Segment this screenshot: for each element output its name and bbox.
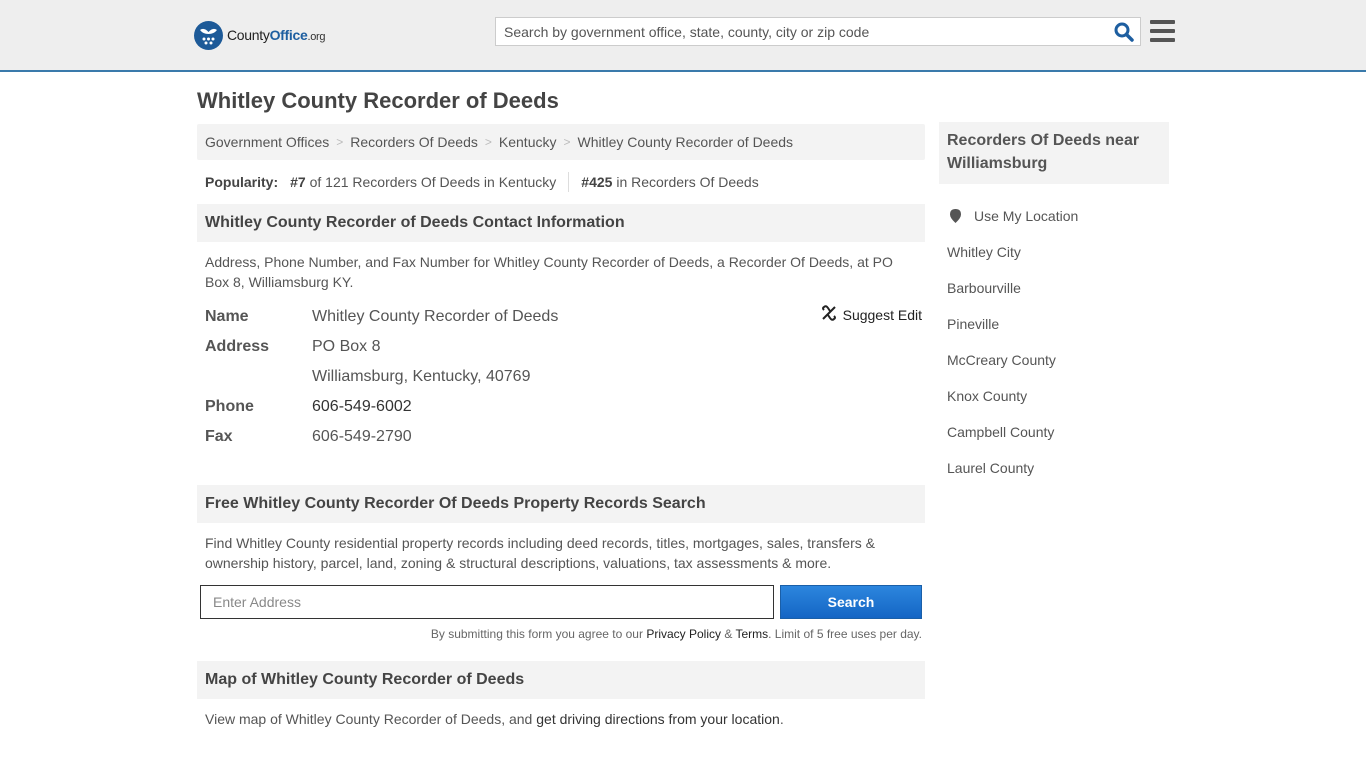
page-title: Whitley County Recorder of Deeds: [197, 88, 559, 113]
logo-suffix: .org: [307, 31, 326, 43]
suggest-edit[interactable]: Suggest Edit: [821, 305, 922, 324]
property-search-description: Find Whitley County residential property…: [205, 535, 875, 571]
contact-description: Address, Phone Number, and Fax Number fo…: [205, 254, 893, 290]
breadcrumb-government-offices[interactable]: Government Offices: [205, 134, 329, 150]
logo-text: CountyOffice.org: [227, 27, 326, 43]
nearby-item[interactable]: Whitley City: [947, 234, 1161, 270]
property-search-form: Search: [197, 585, 925, 619]
breadcrumb-separator: >: [484, 135, 492, 149]
nearby-item[interactable]: Pineville: [947, 306, 1161, 342]
fax-number: 606-549-2790: [312, 428, 412, 445]
national-rank: #425: [581, 174, 613, 190]
divider: [568, 172, 570, 192]
sidebar: Recorders Of Deeds near Williamsburg Use…: [939, 122, 1169, 486]
state-rank: #7: [290, 174, 306, 190]
popularity-label: Popularity:: [205, 174, 279, 190]
hamburger-menu-icon[interactable]: [1150, 20, 1175, 42]
main-content: Government Offices > Recorders Of Deeds …: [197, 124, 925, 739]
address-input[interactable]: [200, 585, 774, 619]
disclaimer-text: By submitting this form you agree to our: [430, 627, 647, 641]
use-my-location-link[interactable]: Use My Location: [974, 208, 1078, 224]
terms-link[interactable]: Terms: [735, 627, 768, 641]
popularity-bar: Popularity: #7 of 121 Recorders Of Deeds…: [197, 160, 925, 204]
property-search-button[interactable]: Search: [780, 585, 922, 619]
nearby-item[interactable]: Campbell County: [947, 414, 1161, 450]
search-icon[interactable]: [1114, 22, 1134, 42]
info-row-address: Address PO Box 8: [205, 332, 917, 362]
contact-info-table: Suggest Edit Name Whitley County Recorde…: [197, 302, 925, 452]
disclaimer-amp: &: [721, 627, 736, 641]
map-description: View map of Whitley County Recorder of D…: [197, 699, 925, 739]
nearby-item[interactable]: Barbourville: [947, 270, 1161, 306]
unlink-icon: [821, 305, 837, 324]
eagle-logo-icon: [194, 20, 223, 50]
breadcrumb-recorders-of-deeds[interactable]: Recorders Of Deeds: [350, 134, 478, 150]
nearby-link-pineville[interactable]: Pineville: [947, 316, 999, 332]
breadcrumb-current: Whitley County Recorder of Deeds: [577, 134, 794, 150]
info-label: Address: [205, 338, 270, 355]
nearby-link-laurel-county[interactable]: Laurel County: [947, 460, 1034, 476]
form-disclaimer: By submitting this form you agree to our…: [197, 619, 925, 641]
map-text: View map of Whitley County Recorder of D…: [205, 711, 537, 727]
info-row-phone: Phone 606-549-6002: [205, 392, 917, 422]
office-name: Whitley County Recorder of Deeds: [312, 308, 559, 325]
info-row-fax: Fax 606-549-2790: [205, 422, 917, 452]
map-text-suffix: .: [779, 711, 784, 727]
nearby-link-knox-county[interactable]: Knox County: [947, 388, 1027, 404]
nearby-list: Use My Location Whitley City Barbourvill…: [939, 184, 1169, 486]
info-label: Fax: [205, 428, 233, 445]
national-rank-text: in Recorders Of Deeds: [616, 174, 759, 190]
nearby-item[interactable]: McCreary County: [947, 342, 1161, 378]
suggest-edit-link[interactable]: Suggest Edit: [843, 307, 922, 323]
driving-directions-link[interactable]: get driving directions from your locatio…: [536, 711, 780, 727]
breadcrumb: Government Offices > Recorders Of Deeds …: [197, 124, 925, 160]
info-row-address-2: Williamsburg, Kentucky, 40769: [205, 362, 917, 392]
breadcrumb-separator: >: [563, 135, 571, 149]
property-search-heading: Free Whitley County Recorder Of Deeds Pr…: [197, 485, 925, 523]
disclaimer-suffix: . Limit of 5 free uses per day.: [768, 627, 922, 641]
privacy-policy-link[interactable]: Privacy Policy: [646, 627, 721, 641]
phone-link[interactable]: 606-549-6002: [312, 398, 412, 415]
contact-heading: Whitley County Recorder of Deeds Contact…: [197, 204, 925, 242]
nearby-link-barbourville[interactable]: Barbourville: [947, 280, 1021, 296]
nearby-link-mccreary-county[interactable]: McCreary County: [947, 352, 1056, 368]
nearby-item[interactable]: Laurel County: [947, 450, 1161, 486]
sidebar-heading: Recorders Of Deeds near Williamsburg: [939, 122, 1169, 184]
site-search-input[interactable]: [496, 18, 1096, 45]
info-label: Phone: [205, 398, 254, 415]
use-my-location[interactable]: Use My Location: [947, 198, 1161, 234]
map-heading: Map of Whitley County Recorder of Deeds: [197, 661, 925, 699]
nearby-item[interactable]: Knox County: [947, 378, 1161, 414]
nearby-link-campbell-county[interactable]: Campbell County: [947, 424, 1054, 440]
site-logo[interactable]: CountyOffice.org: [194, 20, 326, 50]
site-search: [495, 17, 1141, 46]
logo-prefix: County: [227, 27, 270, 43]
breadcrumb-kentucky[interactable]: Kentucky: [499, 134, 557, 150]
info-row-name: Name Whitley County Recorder of Deeds: [205, 302, 917, 332]
nearby-link-whitley-city[interactable]: Whitley City: [947, 244, 1021, 260]
top-navbar: CountyOffice.org: [0, 0, 1366, 72]
breadcrumb-separator: >: [336, 135, 344, 149]
info-label: Name: [205, 308, 249, 325]
address-line-1: PO Box 8: [312, 338, 381, 355]
logo-brand: Office: [269, 27, 308, 43]
map-pin-icon: [950, 209, 961, 223]
state-rank-text: of 121 Recorders Of Deeds in Kentucky: [309, 174, 557, 190]
address-line-2: Williamsburg, Kentucky, 40769: [312, 368, 531, 385]
